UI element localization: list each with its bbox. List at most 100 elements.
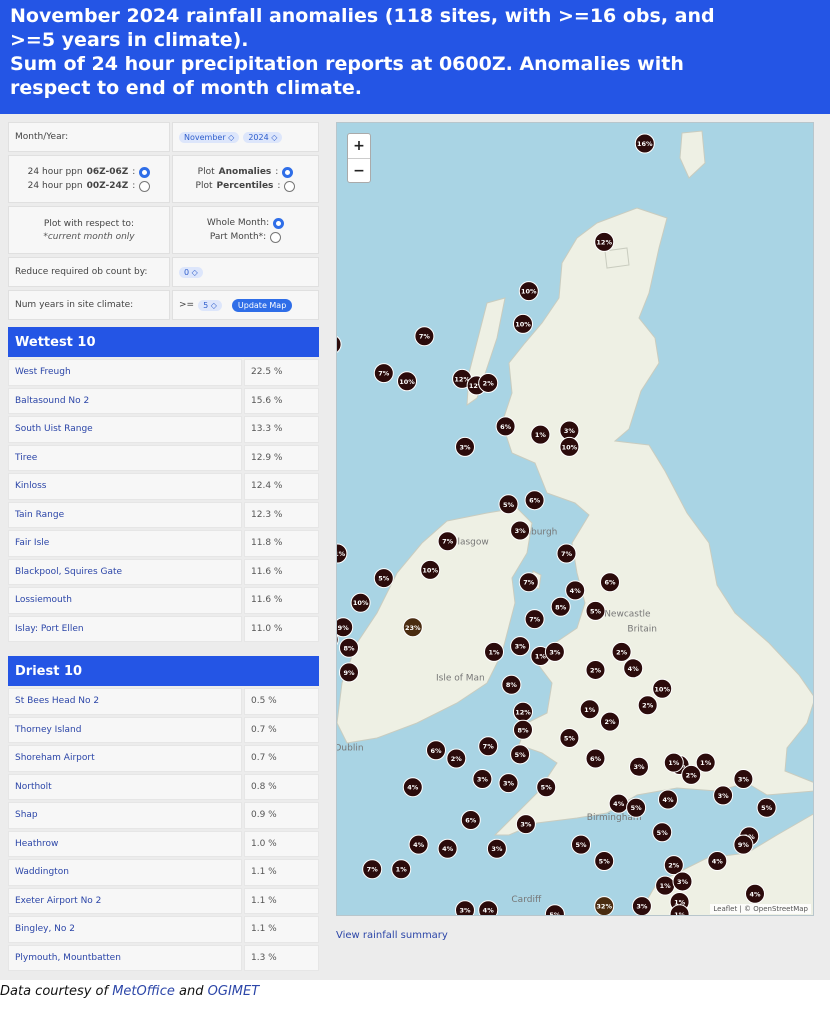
station-marker[interactable]: 4% (565, 580, 586, 601)
station-name-link[interactable]: Kinloss (8, 473, 242, 500)
station-marker[interactable]: 3% (510, 520, 531, 541)
station-marker[interactable]: 3% (472, 769, 493, 789)
station-marker[interactable]: 5% (594, 851, 615, 871)
ppn-06z-radio[interactable] (139, 166, 151, 178)
station-marker[interactable]: 10% (513, 313, 533, 334)
station-marker[interactable]: 1% (579, 699, 600, 720)
view-rainfall-summary-link[interactable]: View rainfall summary (336, 930, 448, 941)
station-marker[interactable]: 7% (524, 609, 545, 630)
station-marker[interactable]: 5% (536, 777, 557, 798)
station-marker[interactable]: 10% (350, 592, 371, 613)
station-marker[interactable]: 5% (652, 822, 673, 843)
station-marker[interactable]: 16% (634, 133, 655, 154)
update-map-button[interactable]: Update Map (231, 298, 293, 312)
station-marker[interactable]: 7% (362, 859, 383, 880)
station-marker[interactable]: 1% (530, 424, 551, 445)
station-marker[interactable]: 6% (495, 416, 516, 437)
station-name-link[interactable]: West Freugh (8, 359, 242, 386)
station-marker[interactable]: 11% (337, 543, 348, 564)
station-marker[interactable]: 7% (414, 326, 435, 347)
station-name-link[interactable]: Fair Isle (8, 530, 242, 557)
station-marker[interactable]: 5% (510, 744, 531, 765)
rainfall-map[interactable]: EdinburghGlasgowIsle of ManBritainÉire /… (336, 122, 814, 916)
station-marker[interactable]: 23% (402, 617, 423, 638)
station-marker[interactable]: 4% (745, 883, 765, 904)
station-marker[interactable]: 3% (498, 773, 519, 794)
station-marker[interactable]: 10% (559, 436, 580, 457)
station-marker[interactable]: 6% (524, 490, 545, 511)
station-marker[interactable]: 4% (658, 789, 678, 810)
map-attribution[interactable]: Leaflet | © OpenStreetMap (710, 904, 811, 914)
station-marker[interactable]: 5% (498, 494, 519, 515)
station-marker[interactable]: 9% (339, 662, 359, 683)
whole-month-option[interactable]: Whole Month: (207, 217, 285, 229)
station-marker[interactable]: 10% (518, 281, 539, 302)
station-marker[interactable]: 6% (460, 810, 481, 830)
station-marker[interactable]: 3% (672, 871, 693, 892)
reduce-select[interactable]: 0 ◇ (179, 266, 203, 278)
station-marker[interactable]: 2% (637, 695, 658, 716)
station-marker[interactable]: 3% (629, 756, 649, 777)
station-marker[interactable]: 3% (486, 838, 507, 859)
plot-percentiles-option[interactable]: Plot Percentiles: (196, 180, 296, 192)
station-marker[interactable]: 4% (402, 777, 423, 798)
station-marker[interactable]: 10% (652, 678, 673, 699)
zoom-out-button[interactable]: − (348, 158, 370, 182)
station-name-link[interactable]: Blackpool, Squires Gate (8, 558, 242, 585)
zoom-in-button[interactable]: + (348, 134, 370, 158)
part-month-option[interactable]: Part Month*: (210, 231, 282, 243)
station-marker[interactable]: 2% (585, 659, 606, 680)
station-marker[interactable]: 3% (733, 769, 754, 789)
station-marker[interactable]: 2% (681, 764, 702, 785)
station-name-link[interactable]: Northolt (8, 773, 242, 800)
ppn-00z-option[interactable]: 24 hour ppn 00Z-24Z: (28, 180, 151, 192)
marker-dot[interactable] (337, 335, 342, 354)
station-name-link[interactable]: South Uist Range (8, 416, 242, 443)
station-marker[interactable]: 12% (594, 231, 615, 252)
num-years-select[interactable]: 5 ◇ (198, 299, 222, 311)
station-name-link[interactable]: Lossiemouth (8, 587, 242, 614)
station-marker[interactable]: 9% (337, 617, 354, 638)
station-marker[interactable]: 4% (623, 658, 644, 679)
station-name-link[interactable]: Waddington (8, 859, 242, 886)
station-marker[interactable]: 6% (426, 740, 446, 761)
station-marker[interactable]: 3% (515, 814, 536, 835)
station-name-link[interactable]: Plymouth, Mountbatten (8, 944, 242, 971)
station-marker[interactable]: 32% (594, 896, 615, 916)
station-marker[interactable]: 4% (608, 793, 629, 814)
station-marker[interactable]: 1% (484, 641, 504, 662)
station-marker[interactable]: 5% (373, 568, 394, 589)
station-marker[interactable]: 2% (611, 641, 632, 662)
station-marker[interactable]: 5% (559, 728, 580, 748)
station-marker[interactable]: 3% (455, 900, 475, 916)
station-name-link[interactable]: Baltasound No 2 (8, 387, 242, 414)
station-marker[interactable]: 4% (437, 838, 458, 859)
plot-anomalies-option[interactable]: Plot Anomalies: (198, 166, 294, 178)
station-marker[interactable]: 5% (571, 834, 591, 855)
station-name-link[interactable]: Tiree (8, 444, 242, 471)
station-marker[interactable]: 3% (455, 436, 475, 457)
station-marker[interactable]: 3% (510, 636, 531, 657)
station-name-link[interactable]: Heathrow (8, 830, 242, 857)
station-name-link[interactable]: Shoreham Airport (8, 745, 242, 772)
station-marker[interactable]: 2% (478, 372, 499, 393)
station-marker[interactable]: 4% (408, 834, 429, 855)
station-marker[interactable]: 7% (478, 736, 499, 757)
map-canvas[interactable]: EdinburghGlasgowIsle of ManBritainÉire /… (337, 123, 814, 916)
station-marker[interactable]: 8% (339, 637, 359, 658)
ppn-06z-option[interactable]: 24 hour ppn 06Z-06Z: (28, 166, 151, 178)
part-month-radio[interactable] (270, 231, 282, 243)
station-marker[interactable]: 5% (544, 904, 565, 916)
station-marker[interactable]: 4% (707, 851, 728, 871)
station-marker[interactable]: 8% (550, 596, 571, 617)
station-marker[interactable]: 3% (631, 896, 652, 916)
station-name-link[interactable]: Bingley, No 2 (8, 916, 242, 943)
station-marker[interactable]: 2% (600, 711, 620, 732)
station-marker[interactable]: 6% (585, 748, 606, 769)
year-select[interactable]: 2024 ◇ (243, 131, 283, 143)
plot-anomalies-radio[interactable] (282, 166, 294, 178)
station-marker[interactable]: 9% (733, 834, 754, 855)
station-marker[interactable]: 5% (756, 797, 777, 818)
month-select[interactable]: November ◇ (179, 131, 240, 143)
station-marker[interactable]: 3% (713, 785, 734, 806)
